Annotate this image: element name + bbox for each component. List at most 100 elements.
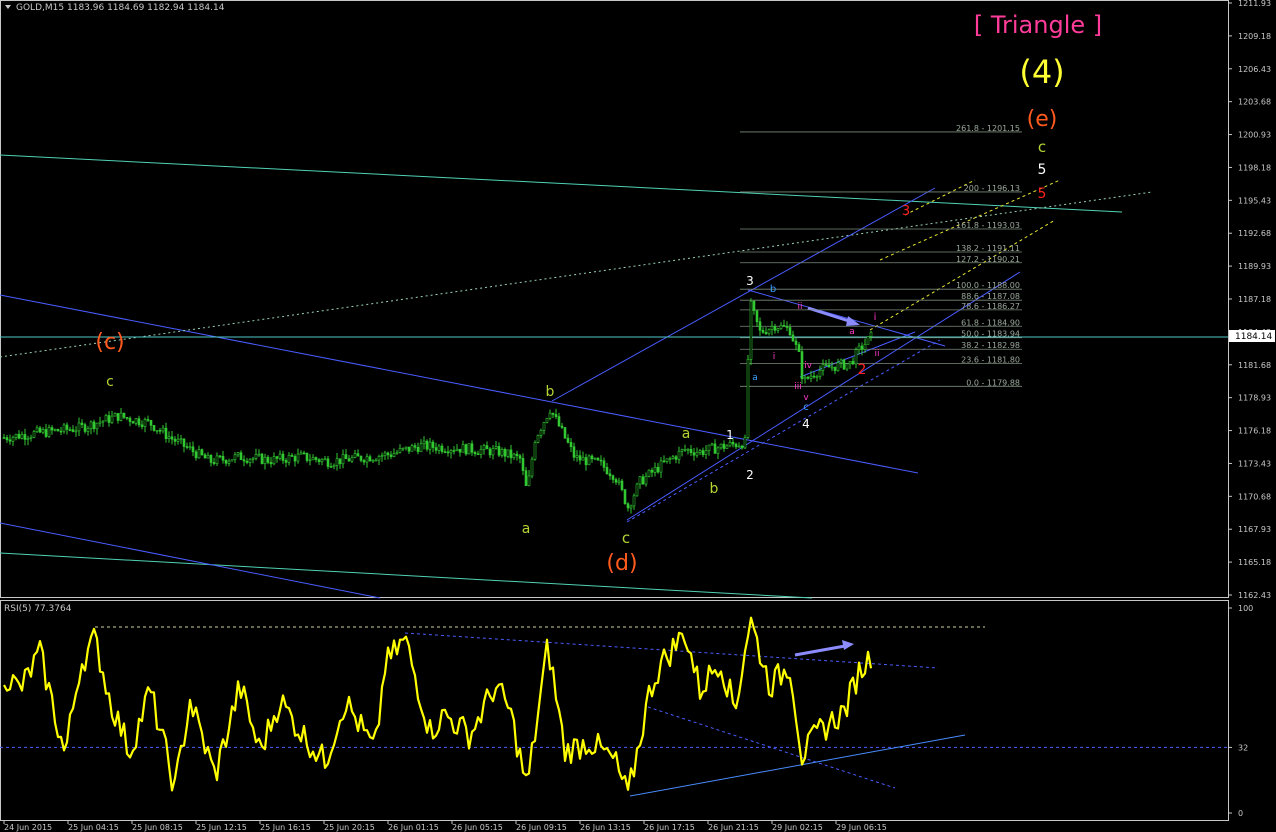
candle-body — [80, 422, 84, 425]
candle-body — [740, 445, 744, 449]
candle-body — [296, 453, 300, 462]
candle-body — [386, 452, 390, 456]
candle-body — [275, 456, 279, 459]
symbol-label: GOLD,M15 — [16, 3, 64, 13]
candle-body — [626, 503, 630, 509]
candle-body — [392, 453, 396, 457]
candle-body — [773, 326, 777, 331]
candle-body — [830, 366, 834, 369]
candle-body — [401, 447, 405, 450]
candle-body — [653, 466, 657, 473]
candle-body — [20, 434, 24, 439]
candle-body — [491, 448, 495, 456]
candle-body — [569, 442, 573, 448]
candle-body — [440, 445, 444, 452]
candle-body — [365, 456, 369, 463]
rsi-tick-label: 100 — [1238, 604, 1253, 613]
candle-body — [362, 460, 366, 463]
candle-body — [5, 437, 9, 441]
candle-body — [539, 430, 543, 436]
candle-body — [620, 480, 624, 490]
candle-body — [692, 452, 696, 456]
candle-body — [410, 445, 414, 452]
candle-body — [266, 456, 270, 463]
candle-body — [293, 456, 297, 462]
candle-body — [683, 449, 687, 451]
gold-m15-chart: GOLD,M15 1183.96 1184.69 1182.94 1184.14… — [0, 0, 1276, 832]
wave-label-wave-4: (4) — [1019, 53, 1064, 91]
candle-body — [647, 469, 651, 477]
candle-body — [29, 436, 33, 439]
candle-body — [47, 427, 51, 437]
candle-body — [329, 466, 333, 468]
candle-body — [479, 449, 483, 455]
candle-body — [281, 453, 285, 461]
wave-label-wave-iii-small: iii — [794, 382, 802, 392]
candle-body — [686, 448, 690, 451]
candle-body — [137, 418, 141, 426]
candle-body — [587, 455, 591, 466]
candle-body — [470, 443, 474, 453]
candle-body — [287, 455, 291, 463]
candle-body — [284, 460, 288, 463]
candle-body — [35, 427, 39, 432]
candle-body — [599, 459, 603, 462]
wave-label-wave-iv-small: iv — [804, 361, 813, 371]
candle-body — [320, 459, 324, 463]
candle-body — [323, 458, 327, 461]
candle-body — [542, 422, 546, 431]
candle-body — [197, 449, 201, 459]
candle-body — [545, 417, 549, 423]
fib-level-label: 78.6 - 1186.27 — [961, 302, 1020, 311]
wave-label-wave-a-blue: a — [752, 373, 758, 383]
candle-body — [572, 446, 576, 458]
candle-body — [206, 454, 210, 459]
time-tick-label: 26 Jun 21:15 — [708, 823, 759, 832]
wave-label-wave-2-red: 2 — [858, 362, 867, 378]
candle-body — [104, 415, 108, 422]
wave-label-wave-b-mid: b — [546, 384, 555, 400]
candle-body — [845, 363, 849, 370]
candle-body — [698, 450, 702, 453]
candle-body — [419, 443, 423, 452]
candle-body — [863, 343, 867, 350]
candle-body — [395, 452, 399, 454]
candle-body — [722, 443, 726, 449]
candle-body — [797, 344, 801, 352]
fib-level-label: 0.0 - 1179.88 — [966, 378, 1020, 387]
candle-body — [221, 455, 225, 461]
candle-body — [98, 421, 102, 424]
candle-body — [83, 424, 87, 432]
candle-body — [356, 453, 360, 457]
candle-body — [227, 460, 231, 464]
candle-body — [56, 428, 60, 432]
price-tick-label: 1203.68 — [1238, 98, 1271, 107]
price-tick-label: 1176.18 — [1238, 427, 1271, 436]
candle-body — [236, 452, 240, 456]
candle-body — [350, 457, 354, 462]
candle-body — [584, 457, 588, 466]
time-tick-label: 24 Jun 2015 — [4, 823, 52, 832]
candle-body — [689, 448, 693, 453]
time-tick-label: 25 Jun 08:15 — [132, 823, 183, 832]
candle-body — [431, 441, 435, 448]
candle-body — [734, 443, 738, 448]
wave-label-wave-a-mini: a — [849, 327, 855, 337]
candle-body — [548, 412, 552, 419]
candle-body — [809, 375, 813, 379]
candle-body — [533, 442, 537, 460]
candle-body — [239, 452, 243, 461]
candle-body — [251, 457, 255, 460]
time-tick-label: 26 Jun 13:15 — [580, 823, 631, 832]
candle-body — [422, 440, 426, 445]
candle-body — [563, 427, 567, 439]
candle-body — [800, 351, 804, 380]
candle-body — [71, 429, 75, 432]
candle-body — [482, 445, 486, 450]
wave-label-wave-3-white: 3 — [746, 274, 754, 288]
candle-body — [638, 476, 642, 485]
candle-body — [743, 437, 747, 449]
candle-body — [38, 427, 42, 433]
candle-body — [128, 417, 132, 422]
candle-body — [530, 458, 534, 477]
